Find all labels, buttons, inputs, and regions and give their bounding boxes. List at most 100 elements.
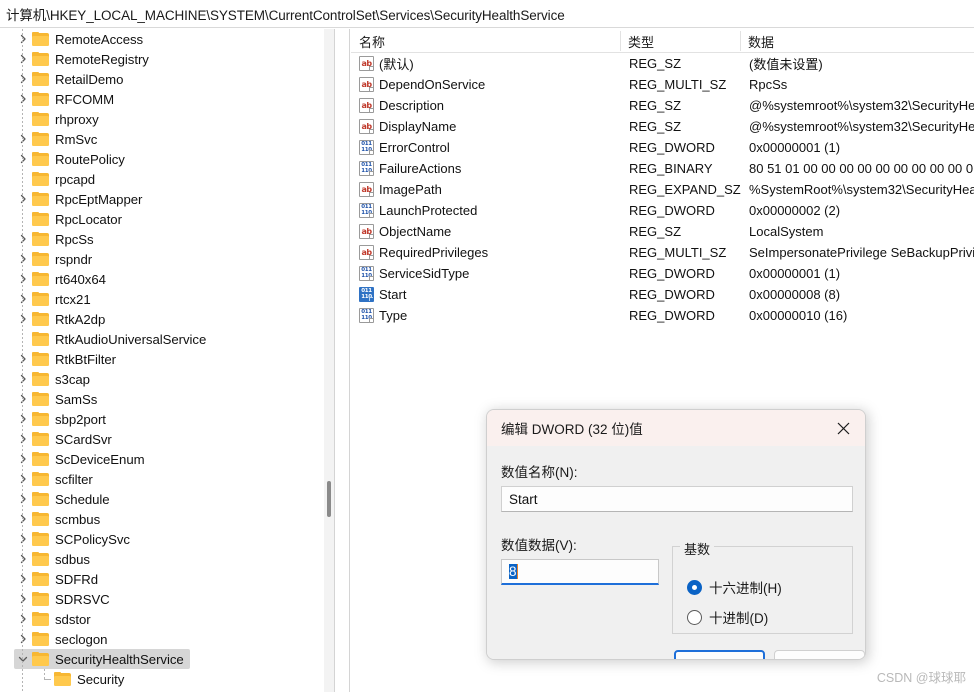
chevron-down-icon[interactable] xyxy=(14,649,32,669)
tree-item-s3cap[interactable]: s3cap xyxy=(0,369,324,389)
chevron-right-icon[interactable] xyxy=(14,309,32,329)
tree-item-remoteaccess[interactable]: RemoteAccess xyxy=(0,29,324,49)
tree-item-scdeviceenum[interactable]: ScDeviceEnum xyxy=(0,449,324,469)
chevron-right-icon[interactable] xyxy=(14,69,32,89)
radio-hexadecimal[interactable]: 十六进制(H) xyxy=(687,577,782,597)
value-row[interactable]: 011110StartREG_DWORD0x00000008 (8) xyxy=(351,284,974,305)
tree-indent-guide xyxy=(22,29,23,692)
chevron-right-icon[interactable] xyxy=(14,369,32,389)
tree-item-scmbus[interactable]: scmbus xyxy=(0,509,324,529)
pane-splitter[interactable] xyxy=(334,29,350,692)
value-row[interactable]: 011110LaunchProtectedREG_DWORD0x00000002… xyxy=(351,200,974,221)
chevron-right-icon[interactable] xyxy=(14,389,32,409)
tree-item-scfilter[interactable]: scfilter xyxy=(0,469,324,489)
value-type-text: REG_DWORD xyxy=(629,200,715,221)
tree-item-scardsvr[interactable]: SCardSvr xyxy=(0,429,324,449)
chevron-right-icon[interactable] xyxy=(14,89,32,109)
column-header-data[interactable]: 数据 xyxy=(740,29,974,53)
tree-item-scpolicysvc[interactable]: SCPolicySvc xyxy=(0,529,324,549)
value-row[interactable]: abObjectNameREG_SZLocalSystem xyxy=(351,221,974,242)
tree-indent-elbow xyxy=(44,679,51,680)
folder-icon xyxy=(32,612,49,626)
radio-decimal-indicator xyxy=(687,610,702,625)
chevron-right-icon[interactable] xyxy=(14,149,32,169)
chevron-right-icon[interactable] xyxy=(14,289,32,309)
ok-button[interactable]: 确定 xyxy=(674,650,765,660)
tree-item-rtkbtfilter[interactable]: RtkBtFilter xyxy=(0,349,324,369)
value-row[interactable]: abDependOnServiceREG_MULTI_SZRpcSs xyxy=(351,74,974,95)
tree-item-sbp2port[interactable]: sbp2port xyxy=(0,409,324,429)
tree-item-label: scfilter xyxy=(55,472,93,487)
folder-icon xyxy=(32,512,49,526)
tree-item-remoteregistry[interactable]: RemoteRegistry xyxy=(0,49,324,69)
tree-item-seclogon[interactable]: seclogon xyxy=(0,629,324,649)
chevron-right-icon[interactable] xyxy=(14,469,32,489)
tree-item-sdstor[interactable]: sdstor xyxy=(0,609,324,629)
chevron-right-icon[interactable] xyxy=(14,569,32,589)
chevron-right-icon[interactable] xyxy=(14,489,32,509)
tree-item-rspndr[interactable]: rspndr xyxy=(0,249,324,269)
tree-item-label: RpcLocator xyxy=(55,212,122,227)
column-header-type[interactable]: 类型 xyxy=(620,29,740,53)
chevron-right-icon[interactable] xyxy=(14,429,32,449)
value-row[interactable]: abDescriptionREG_SZ@%systemroot%\system3… xyxy=(351,95,974,116)
folder-icon xyxy=(32,552,49,566)
tree-item-rpclocator[interactable]: RpcLocator xyxy=(0,209,324,229)
value-row[interactable]: 011110ErrorControlREG_DWORD0x00000001 (1… xyxy=(351,137,974,158)
chevron-right-icon[interactable] xyxy=(14,609,32,629)
tree-item-rmsvc[interactable]: RmSvc xyxy=(0,129,324,149)
tree-item-securityhealthservice[interactable]: SecurityHealthService xyxy=(0,649,324,669)
tree-item-rtka2dp[interactable]: RtkA2dp xyxy=(0,309,324,329)
tree-item-sdfrd[interactable]: SDFRd xyxy=(0,569,324,589)
chevron-right-icon[interactable] xyxy=(14,409,32,429)
tree-scrollbar-thumb[interactable] xyxy=(327,481,331,517)
chevron-right-icon[interactable] xyxy=(14,589,32,609)
chevron-right-icon[interactable] xyxy=(14,249,32,269)
chevron-right-icon[interactable] xyxy=(14,509,32,529)
chevron-right-icon[interactable] xyxy=(14,629,32,649)
tree-item-rpceptmapper[interactable]: RpcEptMapper xyxy=(0,189,324,209)
chevron-right-icon[interactable] xyxy=(14,529,32,549)
tree-item-routepolicy[interactable]: RoutePolicy xyxy=(0,149,324,169)
tree-item-rtcx21[interactable]: rtcx21 xyxy=(0,289,324,309)
close-icon[interactable] xyxy=(821,410,865,446)
chevron-right-icon[interactable] xyxy=(14,549,32,569)
tree-item-sdbus[interactable]: sdbus xyxy=(0,549,324,569)
cancel-button[interactable]: 取消 xyxy=(774,650,865,660)
chevron-right-icon[interactable] xyxy=(14,269,32,289)
tree-item-samss[interactable]: SamSs xyxy=(0,389,324,409)
chevron-right-icon[interactable] xyxy=(14,49,32,69)
tree-scrollbar[interactable] xyxy=(324,29,334,692)
value-data-label: 数值数据(V): xyxy=(501,534,577,554)
tree-item-sdrsvc[interactable]: SDRSVC xyxy=(0,589,324,609)
value-row[interactable]: 011110TypeREG_DWORD0x00000010 (16) xyxy=(351,305,974,326)
value-row[interactable]: 011110ServiceSidTypeREG_DWORD0x00000001 … xyxy=(351,263,974,284)
tree-item-rpcss[interactable]: RpcSs xyxy=(0,229,324,249)
tree-item-retaildemo[interactable]: RetailDemo xyxy=(0,69,324,89)
tree-item-rfcomm[interactable]: RFCOMM xyxy=(0,89,324,109)
tree-item-content: SDFRd xyxy=(14,569,104,589)
value-row[interactable]: 011110FailureActionsREG_BINARY80 51 01 0… xyxy=(351,158,974,179)
tree-item-label: s3cap xyxy=(55,372,90,387)
chevron-right-icon[interactable] xyxy=(14,229,32,249)
value-row[interactable]: abRequiredPrivilegesREG_MULTI_SZSeImpers… xyxy=(351,242,974,263)
chevron-right-icon[interactable] xyxy=(14,349,32,369)
registry-tree-pane[interactable]: RemoteAccessRemoteRegistryRetailDemoRFCO… xyxy=(0,29,334,692)
tree-item-rhproxy[interactable]: rhproxy xyxy=(0,109,324,129)
radio-decimal[interactable]: 十进制(D) xyxy=(687,607,768,627)
value-row[interactable]: abImagePathREG_EXPAND_SZ%SystemRoot%\sys… xyxy=(351,179,974,200)
value-name-input[interactable]: Start xyxy=(501,486,853,512)
tree-item-rpcapd[interactable]: rpcapd xyxy=(0,169,324,189)
chevron-right-icon[interactable] xyxy=(14,129,32,149)
tree-item-rtkaudiouniversalservice[interactable]: RtkAudioUniversalService xyxy=(0,329,324,349)
chevron-right-icon[interactable] xyxy=(14,189,32,209)
tree-item-schedule[interactable]: Schedule xyxy=(0,489,324,509)
tree-item-rt640x64[interactable]: rt640x64 xyxy=(0,269,324,289)
value-data-input[interactable]: 8 xyxy=(501,559,659,585)
value-row[interactable]: ab(默认)REG_SZ(数值未设置) xyxy=(351,53,974,74)
address-bar[interactable]: 计算机\HKEY_LOCAL_MACHINE\SYSTEM\CurrentCon… xyxy=(0,0,974,28)
chevron-right-icon[interactable] xyxy=(14,449,32,469)
chevron-right-icon[interactable] xyxy=(14,29,32,49)
value-row[interactable]: abDisplayNameREG_SZ@%systemroot%\system3… xyxy=(351,116,974,137)
column-header-name[interactable]: 名称 xyxy=(351,29,620,53)
